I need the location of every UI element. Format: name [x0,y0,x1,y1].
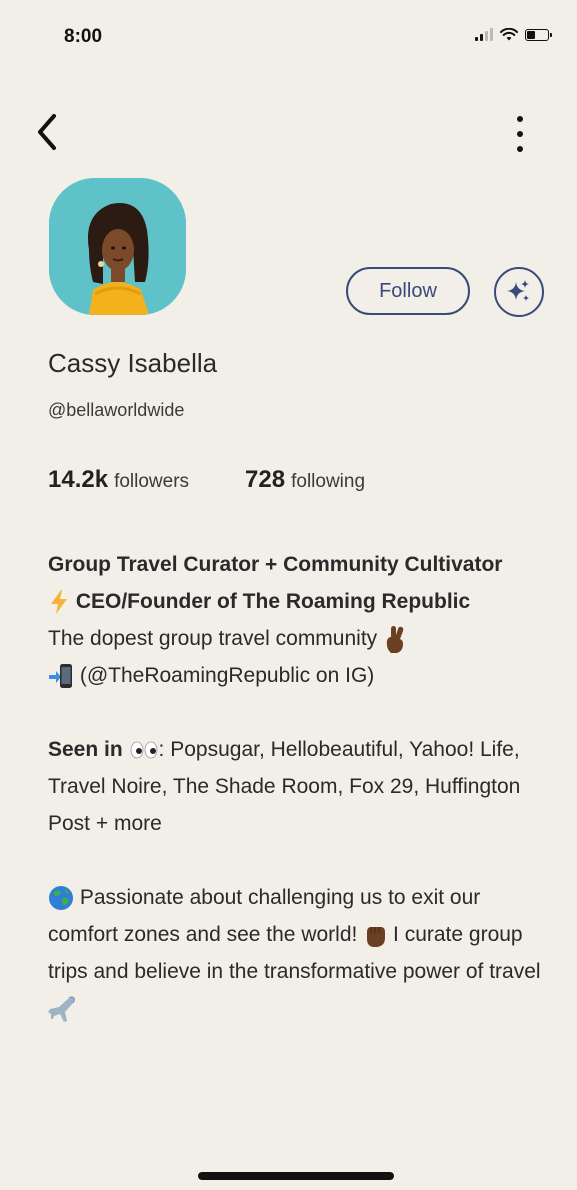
bio-line-title: Group Travel Curator + Community Cultiva… [48,553,503,576]
sparkle-button[interactable] [494,267,544,317]
bio-line-ceo: CEO/Founder of The Roaming Republic [48,583,548,620]
home-indicator[interactable] [198,1172,394,1180]
back-button[interactable] [30,110,70,154]
sparkle-icon [507,280,529,301]
bio-ceo-text: CEO/Founder of The Roaming Republic [75,590,471,613]
followers-count: 14.2k [48,466,109,493]
airplane-icon [48,996,75,1023]
raised-fist-icon [367,927,386,948]
bio-line-community: The dopest group travel community [48,620,548,657]
eyes-icon [130,742,157,759]
following-label: following [291,471,366,492]
seen-in-label: Seen in [48,738,123,761]
followers-label: followers [114,471,190,492]
following-stat[interactable]: 728 following [245,466,365,494]
profile-bio: Group Travel Curator + Community Cultiva… [48,546,548,1027]
follow-button[interactable]: Follow [346,267,470,315]
bio-seen-in: Seen in : Popsugar, Hellobeautiful, Yaho… [48,731,548,842]
followers-stat[interactable]: 14.2k followers [48,466,189,494]
fingers-crossed-icon [386,626,404,654]
more-options-button[interactable] [507,112,533,156]
bio-community-text: The dopest group travel community [48,627,378,650]
phone-arrow-icon [49,664,72,689]
bio-passion: Passionate about challenging us to exit … [48,879,548,1027]
wifi-icon [500,28,518,41]
profile-stats: 14.2k followers 728 following [48,466,365,494]
battery-level [527,30,535,39]
following-count: 728 [245,466,286,493]
more-vertical-icon [517,116,523,122]
status-bar: 8:00 [0,0,577,80]
profile-handle: @bellaworldwide [48,400,185,420]
status-icons [475,28,552,41]
chevron-left-icon [38,114,56,150]
profile-photo [49,178,186,315]
lightning-icon [51,590,67,615]
bio-instagram-text: (@TheRoamingRepublic on IG) [79,664,375,687]
profile-name: Cassy Isabella [48,348,218,378]
globe-icon [49,886,73,911]
signal-icon [475,28,493,41]
bio-line-instagram: (@TheRoamingRepublic on IG) [48,657,548,694]
status-time: 8:00 [64,26,103,47]
battery-icon [525,28,552,41]
avatar[interactable] [49,178,186,315]
